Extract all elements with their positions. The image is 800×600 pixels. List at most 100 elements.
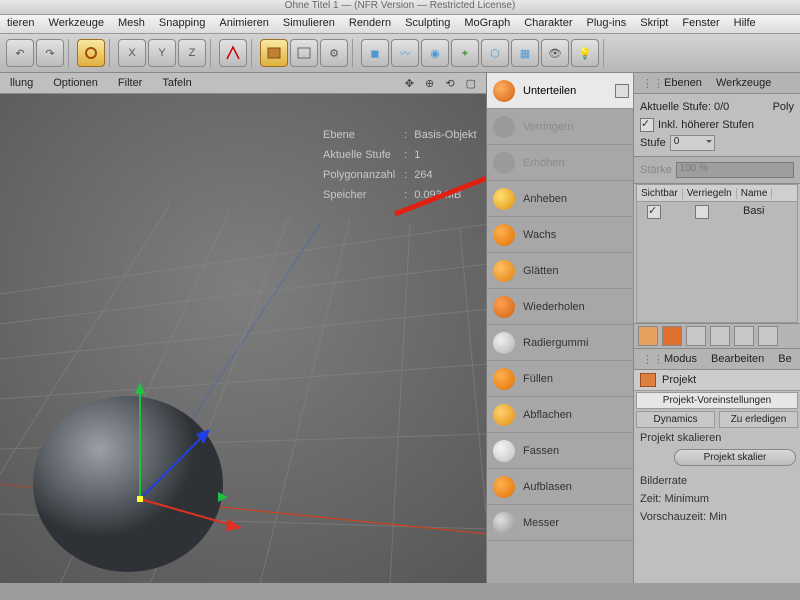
brush-icon [493,368,515,390]
sculpt-anheben[interactable]: Anheben [487,181,633,217]
menu-mesh[interactable]: Mesh [111,15,152,31]
delete-layer-icon[interactable] [686,326,706,346]
visible-checkbox[interactable] [647,205,661,219]
menu-simulieren[interactable]: Simulieren [276,15,342,31]
add-layer-icon[interactable] [638,326,658,346]
viewport-3d[interactable]: Ebene:Basis-Objekt Aktuelle Stufe:1 Poly… [0,94,486,583]
select-tool[interactable] [77,39,105,67]
tab-benutzer[interactable]: Be [778,353,791,365]
menu-hilfe[interactable]: Hilfe [727,15,763,31]
projekt-header[interactable]: Projekt [634,370,800,391]
subbar-item[interactable]: Optionen [43,75,108,91]
zeit-label: Zeit: Minimum [640,493,794,505]
menu-werkzeuge[interactable]: Werkzeuge [42,15,111,31]
render-settings-button[interactable] [290,39,318,67]
inkl-checkbox[interactable] [640,118,654,132]
floor-button[interactable]: ▦ [511,39,539,67]
sculpt-fassen[interactable]: Fassen [487,433,633,469]
cube-primitive-button[interactable]: ◼ [361,39,389,67]
render-view-button[interactable] [260,39,288,67]
subbar-item[interactable]: Tafeln [152,75,201,91]
sculpt-unterteilen[interactable]: Unterteilen [487,73,633,109]
side-panel: ⋮⋮ Ebenen Werkzeuge Aktuelle Stufe: 0/0P… [633,73,800,583]
render-queue-button[interactable]: ⚙ [320,39,348,67]
light-button[interactable]: 💡 [571,39,599,67]
layer-toolbar [634,323,800,349]
projekt-icon [640,373,656,387]
redo-button[interactable]: ↷ [36,39,64,67]
sculpt-aufblasen[interactable]: Aufblasen [487,469,633,505]
sculpt-tool-palette: UnterteilenVerringernErhöhenAnhebenWachs… [486,73,633,583]
tool-icon[interactable] [734,326,754,346]
brush-icon [493,80,515,102]
brush-icon [493,260,515,282]
brush-icon [493,188,515,210]
viewport-hud: Ebene:Basis-Objekt Aktuelle Stufe:1 Poly… [320,124,480,206]
menu-fenster[interactable]: Fenster [675,15,726,31]
main-toolbar: ↶ ↷ X Y Z ⚙ ◼ 〰 ◉ ✦ ⬡ ▦ 👁 💡 [0,34,800,73]
brush-icon [493,476,515,498]
bilderrate-label: Bilderrate [640,475,794,487]
lock-checkbox[interactable] [695,205,709,219]
subbar-item[interactable]: Filter [108,75,152,91]
stufe-select[interactable]: 0 [670,135,715,151]
undo-button[interactable]: ↶ [6,39,34,67]
menu-rendern[interactable]: Rendern [342,15,398,31]
add-folder-icon[interactable] [662,326,682,346]
menu-plug-ins[interactable]: Plug-ins [580,15,634,31]
window-title: Ohne Titel 1 — (NFR Version — Restricted… [0,0,800,15]
tool-icon[interactable] [710,326,730,346]
sculpt-radiergummi[interactable]: Radiergummi [487,325,633,361]
brush-icon [493,224,515,246]
main-menubar: tierenWerkzeugeMeshSnappingAnimierenSimu… [0,15,800,34]
projekt-voreinstellungen-button[interactable]: Projekt-Voreinstellungen [636,392,798,409]
todo-button[interactable]: Zu erledigen [719,411,798,428]
brush-icon [493,332,515,354]
scale-label: Projekt skalieren [640,432,794,444]
tab-modus[interactable]: Modus [664,353,697,365]
array-button[interactable]: ✦ [451,39,479,67]
camera-button[interactable]: 👁 [541,39,569,67]
popout-icon[interactable] [615,84,629,98]
brush-icon [493,512,515,534]
menu-snapping[interactable]: Snapping [152,15,213,31]
vorschau-label: Vorschauzeit: Min [640,511,794,523]
tab-werkzeuge[interactable]: Werkzeuge [716,77,771,89]
sculpt-erhöhen[interactable]: Erhöhen [487,145,633,181]
axis-z-button[interactable]: Z [178,39,206,67]
tab-ebenen[interactable]: Ebenen [664,77,702,89]
brush-icon [493,152,515,174]
brush-icon [493,296,515,318]
dynamics-button[interactable]: Dynamics [636,411,715,428]
level-readout: Aktuelle Stufe: 0/0 [640,101,729,113]
sculpt-verringern[interactable]: Verringern [487,109,633,145]
menu-animieren[interactable]: Animieren [212,15,276,31]
viewport-nav-icons[interactable]: ✥ ⊕ ⟲ ▢ [395,75,486,92]
projekt-skalieren-button[interactable]: Projekt skalier [674,449,796,466]
sculpt-abflachen[interactable]: Abflachen [487,397,633,433]
brush-icon [493,440,515,462]
tab-bearbeiten[interactable]: Bearbeiten [711,353,764,365]
axis-y-button[interactable]: Y [148,39,176,67]
menu-sculpting[interactable]: Sculpting [398,15,457,31]
coord-button[interactable] [219,39,247,67]
sculpt-glätten[interactable]: Glätten [487,253,633,289]
sculpt-wachs[interactable]: Wachs [487,217,633,253]
deformer-button[interactable]: ⬡ [481,39,509,67]
menu-mograph[interactable]: MoGraph [457,15,517,31]
brush-icon [493,404,515,426]
axis-x-button[interactable]: X [118,39,146,67]
generator-button[interactable]: ◉ [421,39,449,67]
layer-list[interactable]: Basi [636,202,798,323]
sculpt-füllen[interactable]: Füllen [487,361,633,397]
menu-skript[interactable]: Skript [633,15,675,31]
spline-button[interactable]: 〰 [391,39,419,67]
sculpt-messer[interactable]: Messer [487,505,633,541]
subbar-item[interactable]: llung [0,75,43,91]
sculpt-wiederholen[interactable]: Wiederholen [487,289,633,325]
staerke-field[interactable]: 100 % [676,162,794,178]
tool-icon[interactable] [758,326,778,346]
menu-charakter[interactable]: Charakter [517,15,579,31]
brush-icon [493,116,515,138]
menu-tieren[interactable]: tieren [0,15,42,31]
